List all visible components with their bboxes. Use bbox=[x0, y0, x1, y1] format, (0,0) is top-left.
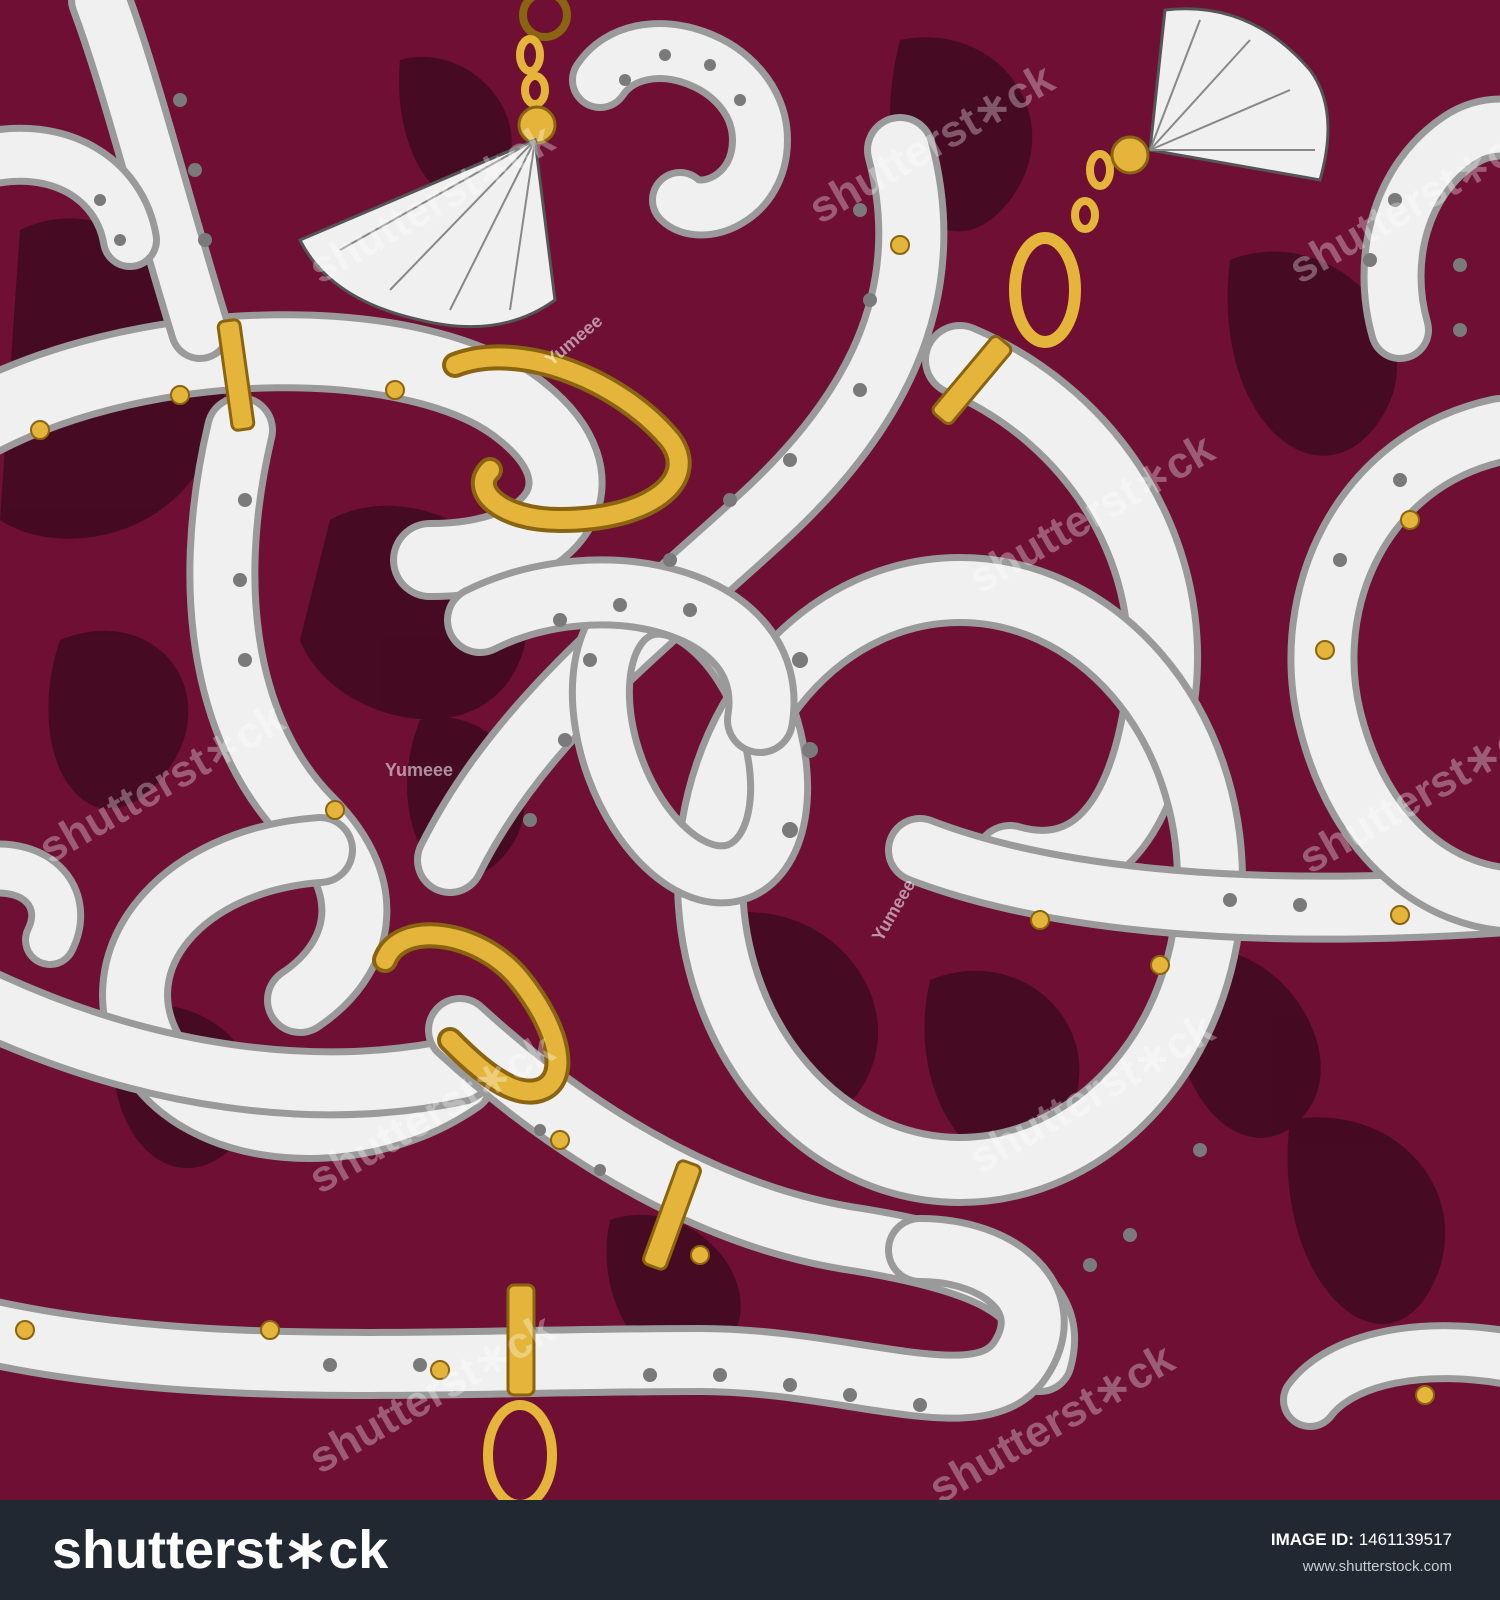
gold-bead-left bbox=[517, 105, 557, 145]
stock-preview: shutterst∗ck shutterst∗ck shutterst∗ck s… bbox=[0, 0, 1500, 1600]
image-id: IMAGE ID: 1461139517 bbox=[1271, 1530, 1452, 1550]
belt-pattern-illustration bbox=[0, 0, 1500, 1500]
gold-bead-right bbox=[1110, 135, 1150, 175]
image-id-label: IMAGE ID: bbox=[1270, 1530, 1354, 1549]
site-url-link[interactable]: www.shutterstock.com bbox=[1303, 1558, 1452, 1575]
image-id-value: 1461139517 bbox=[1358, 1530, 1452, 1549]
stock-footer: shutterst∗ck IMAGE ID: 1461139517 www.sh… bbox=[0, 1500, 1500, 1600]
shutterstock-logo[interactable]: shutterst∗ck bbox=[52, 1518, 388, 1581]
